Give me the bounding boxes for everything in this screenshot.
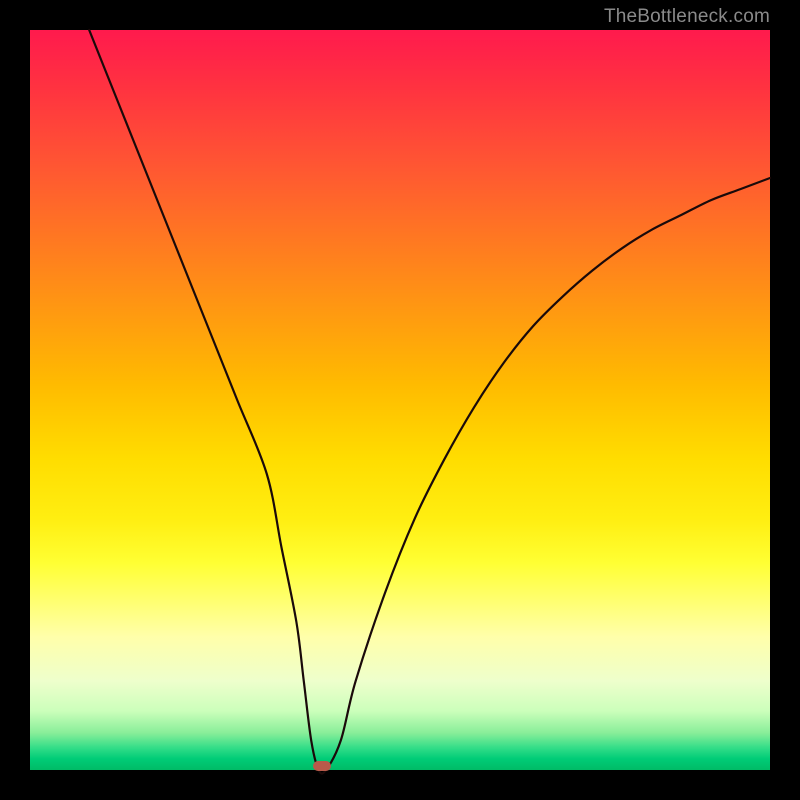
plot-area [30,30,770,770]
chart-frame: TheBottleneck.com [0,0,800,800]
bottleneck-curve [89,30,770,774]
minimum-marker [313,761,331,771]
watermark-text: TheBottleneck.com [604,6,770,28]
curve-svg [30,30,770,770]
